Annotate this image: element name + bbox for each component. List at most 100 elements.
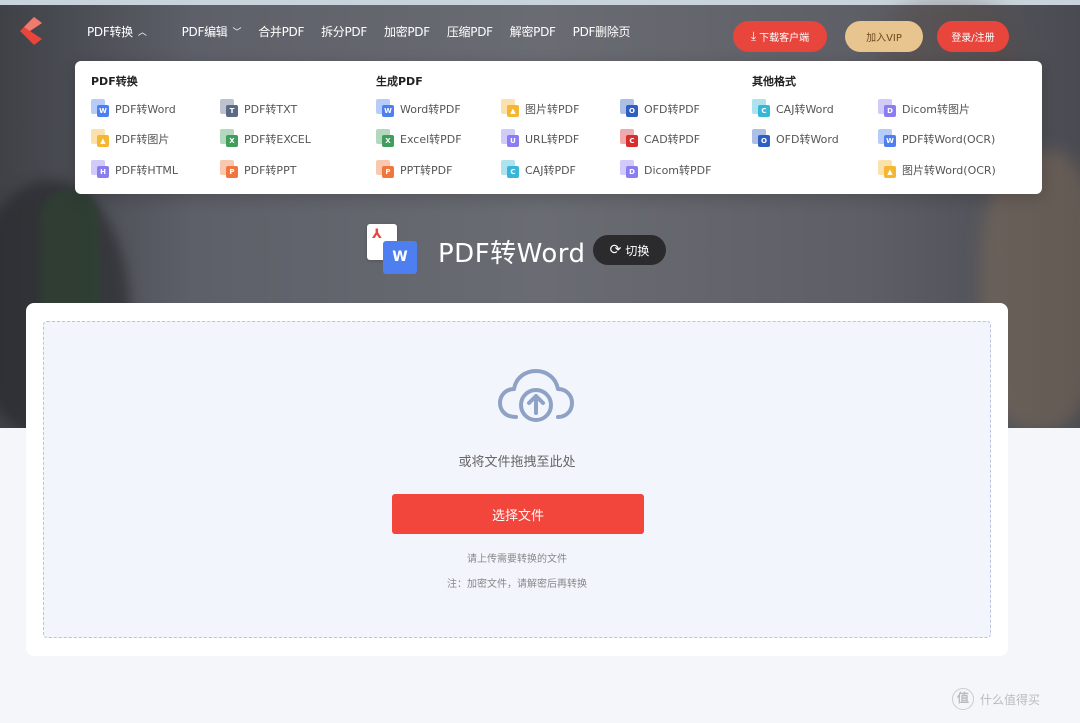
nav-encrypt-pdf[interactable]: 加密PDF [384, 23, 430, 40]
page-title: PDF转Word [438, 239, 586, 269]
pdf-convert-dropdown: PDF转换 生成PDF 其他格式 W PDF转Word T PDF转TXT ▲ PDF转图… [75, 61, 1042, 194]
txt-icon: T [220, 99, 240, 119]
upload-card: 或将文件拖拽至此处 选择文件 请上传需要转换的文件 注：加密文件，请解密后再转换 [26, 303, 1008, 656]
dropdown-item[interactable]: ▲ PDF转图片 [91, 129, 169, 149]
dicom-icon: D [620, 160, 640, 180]
download-icon: ⤓ [750, 29, 757, 43]
dropdown-item[interactable]: X Excel转PDF [376, 129, 462, 149]
dropdown-item[interactable]: ▲ 图片转PDF [501, 99, 579, 119]
dropdown-item-label: PDF转TXT [244, 103, 298, 116]
login-label: 登录/注册 [951, 33, 995, 44]
dropdown-item[interactable]: T PDF转TXT [220, 99, 297, 119]
excel-icon: X [376, 129, 396, 149]
upload-hint: 请上传需要转换的文件 [467, 554, 567, 565]
refresh-icon: ⟳ [609, 242, 622, 258]
nav-label: PDF编辑 [181, 25, 228, 39]
excel-icon: X [220, 129, 240, 149]
dropdown-item[interactable]: W PDF转Word [91, 99, 176, 119]
dropdown-item[interactable]: O OFD转PDF [620, 99, 700, 119]
nav-label: 解密PDF [509, 25, 556, 39]
dropdown-item[interactable]: C CAJ转Word [752, 99, 834, 119]
html-icon: H [91, 160, 111, 180]
nav-compress-pdf[interactable]: 压缩PDF [447, 23, 493, 40]
dropdown-item-label: 图片转Word(OCR) [902, 164, 996, 177]
dropdown-item[interactable]: H PDF转HTML [91, 160, 178, 180]
word-badge-icon: W [383, 241, 417, 274]
dropdown-item-label: 图片转PDF [525, 103, 580, 116]
pdf-logo-icon: ⅄ [372, 227, 382, 242]
dropdown-item[interactable]: ▲ 图片转Word(OCR) [878, 160, 996, 180]
dropdown-item[interactable]: U URL转PDF [501, 129, 579, 149]
choose-file-button[interactable]: 选择文件 [392, 494, 644, 534]
nav-pdf-convert[interactable]: PDF转换 ︿ [87, 23, 147, 40]
dropdown-item-label: PDF转HTML [115, 164, 179, 177]
image-ocr-icon: ▲ [878, 160, 898, 180]
dropdown-item-label: URL转PDF [525, 133, 580, 146]
nav-label: 压缩PDF [446, 25, 493, 39]
drag-drop-text: 或将文件拖拽至此处 [458, 455, 576, 470]
ppt-icon: P [376, 160, 396, 180]
dropdown-item-label: Excel转PDF [400, 133, 462, 146]
dropdown-item[interactable]: D Dicom转PDF [620, 160, 711, 180]
section-title-to-pdf: 生成PDF [376, 75, 423, 88]
dropdown-item-label: PDF转Word(OCR) [902, 133, 996, 146]
join-vip-button[interactable]: 加入VIP [845, 21, 923, 52]
nav-decrypt-pdf[interactable]: 解密PDF [510, 23, 556, 40]
file-drop-zone[interactable]: 或将文件拖拽至此处 选择文件 请上传需要转换的文件 注：加密文件，请解密后再转换 [43, 321, 991, 638]
login-register-button[interactable]: 登录/注册 [937, 21, 1009, 52]
dropdown-item[interactable]: W PDF转Word(OCR) [878, 129, 995, 149]
dropdown-item[interactable]: P PPT转PDF [376, 160, 452, 180]
dropdown-item-label: PDF转Word [115, 103, 176, 116]
word-ocr-icon: W [878, 129, 898, 149]
nav-label: 加密PDF [383, 25, 430, 39]
nav-delete-pages[interactable]: PDF删除页 [573, 23, 631, 40]
logo-icon[interactable] [20, 17, 42, 45]
download-label: 下载客户端 [759, 33, 810, 44]
dropdown-item-label: CAJ转Word [776, 103, 834, 116]
dropdown-item-label: CAJ转PDF [525, 164, 576, 177]
encrypted-file-note: 注：加密文件，请解密后再转换 [447, 579, 587, 590]
url-icon: U [501, 129, 521, 149]
dropdown-item-label: PDF转EXCEL [244, 133, 311, 146]
section-title-pdf-convert: PDF转换 [91, 75, 138, 88]
nav-label: PDF删除页 [572, 25, 631, 39]
dicom-icon: D [878, 99, 898, 119]
dropdown-item-label: PDF转PPT [244, 164, 297, 177]
section-title-other-formats: 其他格式 [752, 75, 796, 88]
dropdown-item[interactable]: P PDF转PPT [220, 160, 296, 180]
dropdown-item[interactable]: O OFD转Word [752, 129, 839, 149]
chevron-up-icon: ︿ [137, 28, 147, 38]
nav-split-pdf[interactable]: 拆分PDF [321, 23, 367, 40]
ppt-icon: P [220, 160, 240, 180]
switch-button[interactable]: ⟳ 切换 [593, 235, 666, 265]
cloud-upload-icon [498, 369, 574, 422]
nav-pdf-edit[interactable]: PDF编辑 ﹀ [182, 23, 242, 40]
nav-label: 拆分PDF [321, 25, 367, 39]
dropdown-item[interactable]: D Dicom转图片 [878, 99, 970, 119]
dropdown-item-label: Word转PDF [400, 103, 461, 116]
dropdown-item[interactable]: C CAD转PDF [620, 129, 700, 149]
dropdown-item-label: Dicom转PDF [644, 164, 712, 177]
nav-label: 合并PDF [258, 25, 305, 39]
dropdown-item[interactable]: W Word转PDF [376, 99, 461, 119]
watermark-text: 什么值得买 [980, 692, 1041, 707]
dropdown-item-label: PPT转PDF [400, 164, 453, 177]
image-icon: ▲ [91, 129, 111, 149]
ofd-icon: O [752, 129, 772, 149]
caj-icon: C [501, 160, 521, 180]
watermark-badge-icon: 值 [952, 688, 974, 710]
site-watermark: 值 什么值得买 [952, 688, 1040, 710]
caj-icon: C [752, 99, 772, 119]
switch-label: 切换 [625, 243, 650, 258]
dropdown-item-label: PDF转图片 [115, 133, 170, 146]
dropdown-item[interactable]: C CAJ转PDF [501, 160, 576, 180]
nav-merge-pdf[interactable]: 合并PDF [258, 23, 304, 40]
main-nav: PDF转换 ︿ PDF编辑 ﹀ 合并PDF 拆分PDF 加密PDF 压缩PDF … [87, 23, 647, 40]
word-icon: W [91, 99, 111, 119]
cad-icon: C [620, 129, 640, 149]
nav-label: PDF转换 [87, 25, 133, 39]
dropdown-item-label: OFD转PDF [644, 103, 700, 116]
dropdown-item-label: CAD转PDF [644, 133, 701, 146]
download-client-button[interactable]: ⤓ 下载客户端 [733, 21, 827, 52]
dropdown-item[interactable]: X PDF转EXCEL [220, 129, 311, 149]
